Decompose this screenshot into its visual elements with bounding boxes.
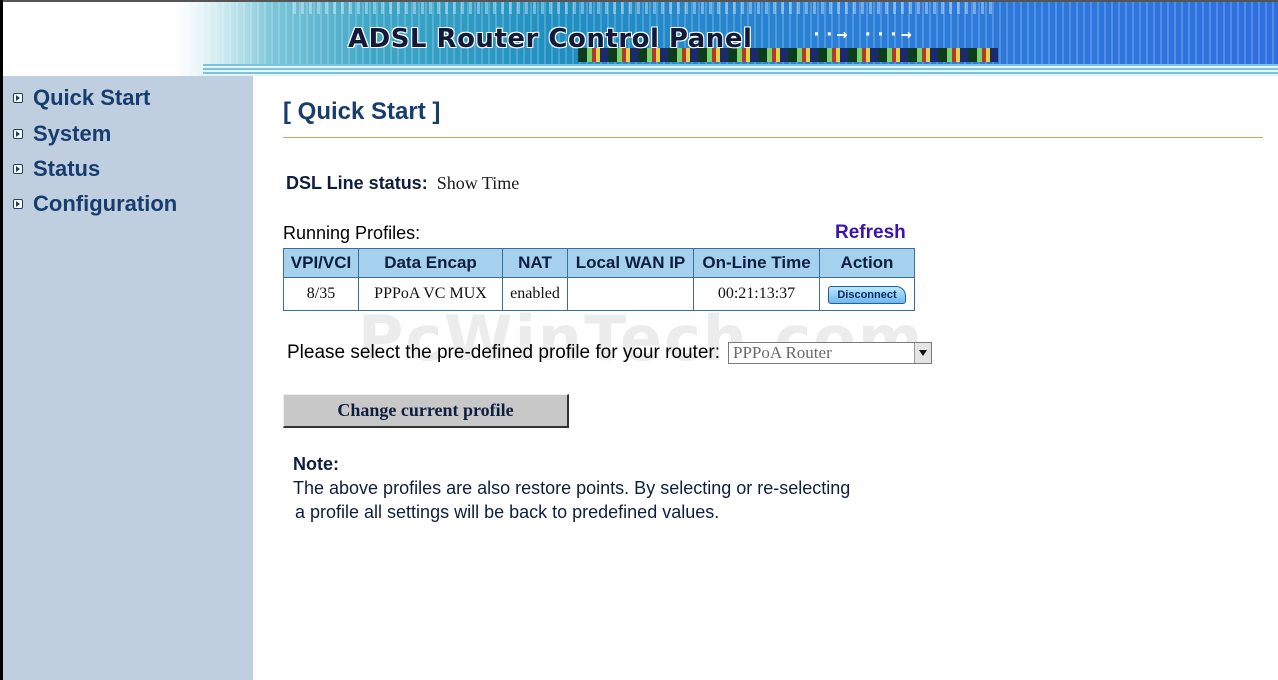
banner-arrows: ··→ ···→ (811, 24, 914, 45)
running-profiles-table: VPI/VCI Data Encap NAT Local WAN IP On-L… (283, 248, 915, 311)
refresh-link[interactable]: Refresh (835, 222, 906, 244)
running-profiles-label: Running Profiles: (283, 223, 421, 243)
cell-nat: enabled (502, 277, 568, 311)
profile-select-row: Please select the pre-defined profile fo… (287, 342, 933, 364)
note-title: Note: (293, 454, 339, 474)
bullet-arrow-icon (13, 199, 23, 209)
column-header-nat: NAT (502, 248, 568, 278)
column-header-data-encap: Data Encap (358, 248, 503, 278)
title-divider (283, 137, 1263, 138)
banner-stripes (203, 64, 1278, 76)
dropdown-arrow-icon[interactable] (914, 343, 932, 363)
sidebar-item-label: Status (33, 156, 101, 181)
cell-local-wan-ip (567, 277, 694, 311)
cell-vpi-vci: 8/35 (283, 277, 359, 311)
sidebar-item-system[interactable]: System (13, 120, 111, 148)
table-row: 8/35 PPPoA VC MUX enabled 00:21:13:37 Di… (283, 277, 915, 311)
dsl-status-label: DSL Line status: (286, 173, 428, 193)
profile-select-label: Please select the pre-defined profile fo… (287, 342, 721, 363)
cell-action: Disconnect (819, 277, 915, 311)
note-text-line-1: The above profiles are also restore poin… (293, 478, 851, 498)
cell-data-encap: PPPoA VC MUX (358, 277, 503, 311)
column-header-action: Action (819, 248, 915, 278)
sidebar-item-label: System (33, 121, 112, 146)
column-header-vpi-vci: VPI/VCI (283, 248, 359, 278)
page-title: [ Quick Start ] (283, 98, 441, 125)
disconnect-button[interactable]: Disconnect (828, 285, 906, 304)
sidebar-item-configuration[interactable]: Configuration (13, 190, 177, 218)
cell-online-time: 00:21:13:37 (693, 277, 820, 311)
watermark: PcWinTech.com (358, 302, 925, 375)
sidebar-item-label: Quick Start (33, 85, 151, 110)
main-content: [ Quick Start ] DSL Line status: Show Ti… (253, 76, 1278, 680)
sidebar-item-status[interactable]: Status (13, 155, 100, 183)
note-text-line-2: a profile all settings will be back to p… (295, 502, 720, 522)
profile-select[interactable]: PPPoA Router (728, 342, 933, 364)
banner-title: ADSL Router Control Panel (348, 24, 753, 54)
bullet-arrow-icon (13, 164, 23, 174)
change-profile-button[interactable]: Change current profile (283, 394, 569, 428)
sidebar-item-quick-start[interactable]: Quick Start (13, 84, 150, 112)
dsl-status-value: Show Time (436, 173, 520, 193)
dsl-line-status: DSL Line status: Show Time (286, 173, 519, 194)
column-header-local-wan-ip: Local WAN IP (567, 248, 694, 278)
sidebar: Quick Start System Status Configuration (3, 76, 253, 680)
table-header-row: VPI/VCI Data Encap NAT Local WAN IP On-L… (283, 248, 915, 278)
profile-select-value: PPPoA Router (733, 343, 832, 362)
sidebar-item-label: Configuration (33, 191, 178, 216)
bullet-arrow-icon (13, 93, 23, 103)
bullet-arrow-icon (13, 129, 23, 139)
column-header-online-time: On-Line Time (693, 248, 820, 278)
header-banner: ADSL Router Control Panel ··→ ···→ (3, 2, 1278, 76)
banner-binary-pattern (293, 2, 993, 14)
